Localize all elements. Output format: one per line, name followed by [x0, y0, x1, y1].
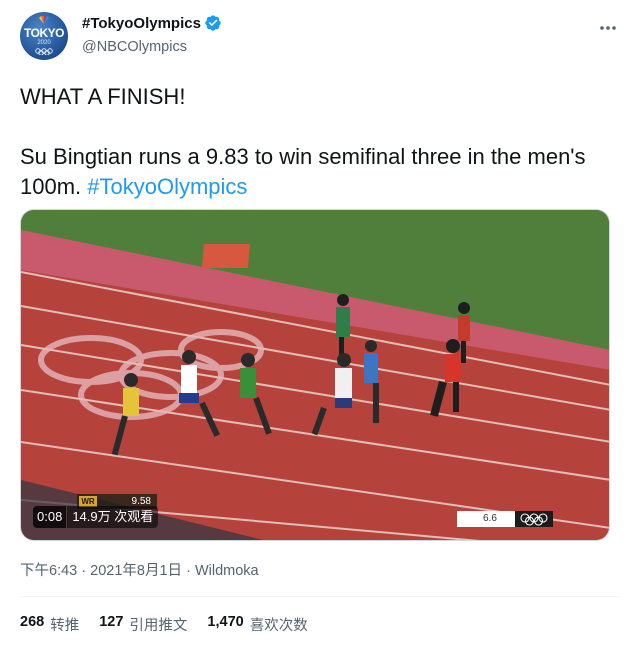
race-clock-value: 6.6: [483, 513, 497, 524]
quotes-label: 引用推文: [129, 618, 188, 634]
video-player[interactable]: WR 9.58 6.6 0:08 14.9万 次观看: [20, 209, 610, 541]
name-row: #TokyoOlympics: [82, 14, 222, 32]
retweets-stat[interactable]: 268 转推: [20, 614, 79, 635]
tweet-line-2: Su Bingtian runs a 9.83 to win semifinal…: [20, 142, 610, 202]
hashtag-link[interactable]: #TokyoOlympics: [87, 174, 247, 199]
avatar-text: TOKYO: [24, 26, 64, 40]
retweets-label: 转推: [50, 618, 80, 634]
tweet-time[interactable]: 下午6:43: [20, 563, 77, 579]
race-clock-overlay: 6.6: [457, 511, 553, 527]
peacock-logo-icon: [39, 16, 49, 24]
video-info-badge: 0:08 14.9万 次观看: [33, 506, 159, 528]
tweet-text: WHAT A FINISH! Su Bingtian runs a 9.83 t…: [20, 82, 610, 202]
likes-label: 喜欢次数: [249, 618, 308, 634]
quotes-count: 127: [99, 614, 124, 630]
likes-count: 1,470: [207, 614, 244, 630]
more-options-icon[interactable]: [598, 18, 618, 38]
tweet-source[interactable]: Wildmoka: [195, 563, 259, 579]
tweet-header: TOKYO 2020 #TokyoOlympics @NBCOlympics: [20, 12, 620, 64]
verified-badge-icon: [205, 15, 221, 31]
race-video-frame: [21, 210, 609, 540]
video-view-count: 14.9万 次观看: [67, 506, 159, 528]
likes-stat[interactable]: 1,470 喜欢次数: [207, 614, 307, 635]
divider: [20, 596, 620, 597]
olympic-rings-icon: [35, 48, 53, 55]
display-name[interactable]: #TokyoOlympics: [82, 15, 201, 32]
tweet-meta: 下午6:43 · 2021年8月1日 · Wildmoka: [20, 559, 259, 580]
engagement-stats: 268 转推 127 引用推文 1,470 喜欢次数: [20, 614, 328, 635]
tweet-line-1: WHAT A FINISH!: [20, 84, 186, 109]
meta-separator: ·: [186, 563, 191, 579]
retweets-count: 268: [20, 614, 45, 630]
olympic-rings-icon: [515, 511, 553, 527]
video-timestamp: 0:08: [33, 506, 67, 528]
avatar[interactable]: TOKYO 2020: [20, 12, 68, 60]
tweet-date[interactable]: 2021年8月1日: [90, 563, 182, 579]
quotes-stat[interactable]: 127 引用推文: [99, 614, 187, 635]
handle[interactable]: @NBCOlympics: [82, 39, 187, 55]
avatar-year: 2020: [37, 40, 51, 46]
meta-separator: ·: [81, 563, 87, 579]
